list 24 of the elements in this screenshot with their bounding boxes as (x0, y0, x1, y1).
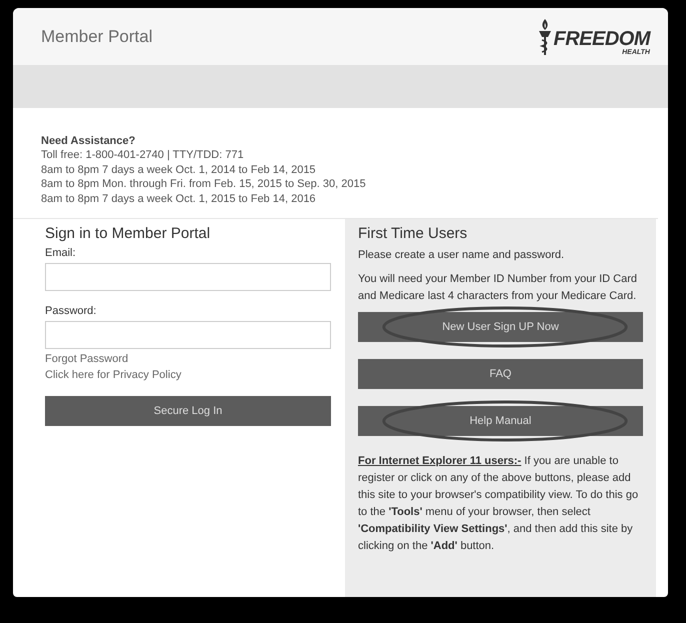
first-time-heading: First Time Users (358, 225, 468, 242)
details-text: You will need your Member ID Number from your ID Card and Medicare last 4 characters from your Medicare Card. (358, 272, 638, 304)
input-field[interactable] (45, 263, 331, 291)
action-button[interactable]: New User Sign UP Now (358, 312, 643, 342)
assistance-line: 8am to 8pm Mon. through Fri. from Feb. 15, 2015 to Sep. 30, 2015 (41, 177, 367, 192)
assistance-heading: Need Assistance? (41, 134, 136, 148)
ie-note: For Internet Explorer 11 users:- If you are unable to register or click on any of the above buttons, please add this site to your browser's compatibility view. To do this go to the 'Tools' menu of your browser, then select 'Compatibility View Settings', and then add this site by clicking on the 'Add' button. (358, 454, 640, 554)
sign-in-heading: Sign in to Member Portal (45, 225, 212, 242)
ie-users-link[interactable]: For Internet Explorer 11 users:- (358, 455, 522, 467)
action-button[interactable]: FAQ (358, 359, 643, 389)
text-link[interactable]: Forgot Password (45, 351, 331, 367)
assistance-line: 8am to 8pm 7 days a week Oct. 1, 2015 to Feb 14, 2016 (41, 192, 317, 206)
torch-icon (536, 18, 552, 56)
field-label: Email: (45, 247, 77, 259)
input-field[interactable] (45, 321, 331, 349)
portal-title: Member Portal (41, 26, 152, 46)
action-button[interactable]: Help Manual (358, 406, 643, 436)
login-button[interactable]: Secure Log In (45, 396, 331, 426)
logo-wordmark: FREEDOM (554, 28, 650, 48)
field-label: Password: (45, 305, 98, 317)
intro-text: Please create a user name and password. (358, 248, 566, 263)
assistance-line: 8am to 8pm 7 days a week Oct. 1, 2014 to Feb 14, 2015 (41, 162, 317, 177)
text-link[interactable]: Click here for Privacy Policy (45, 367, 331, 383)
assistance-line: Toll free: 1-800-401-2740 | TTY/TDD: 771 (41, 148, 245, 162)
